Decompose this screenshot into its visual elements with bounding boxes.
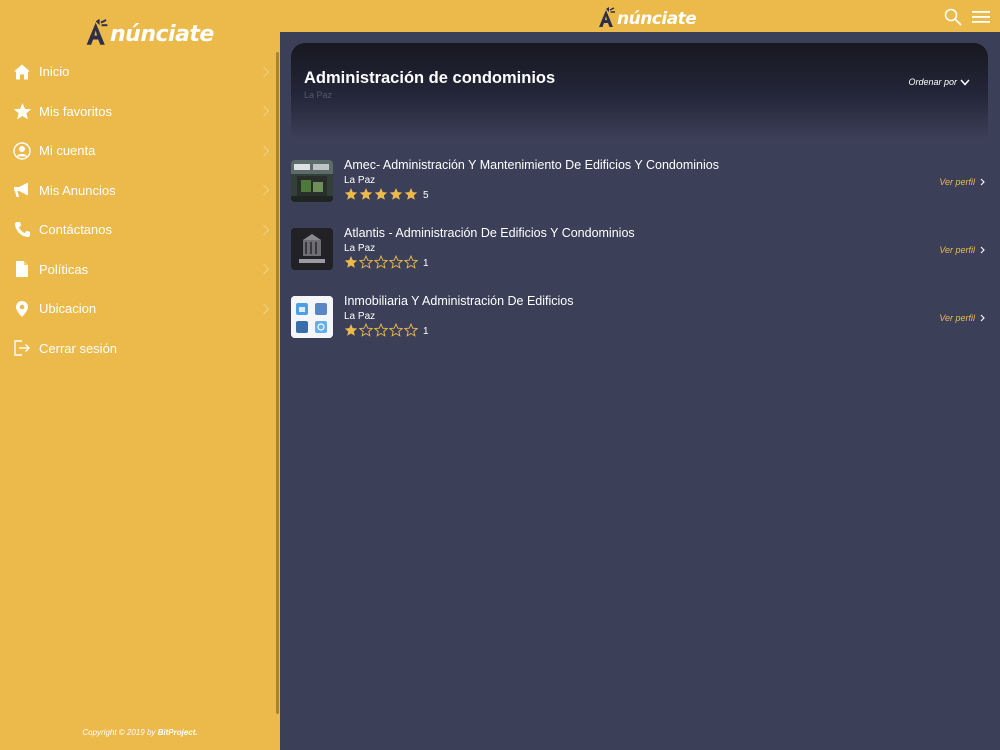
sidebar-nav: Inicio Mis favoritos Mi cuenta Mis Anunc… bbox=[0, 52, 274, 368]
page-title: Administración de condominios bbox=[304, 69, 556, 87]
star-filled-icon bbox=[344, 188, 358, 200]
sidebar-item-label: Inicio bbox=[39, 64, 70, 80]
rating-value: 5 bbox=[423, 190, 429, 201]
chevron-right-icon bbox=[980, 246, 985, 254]
view-profile-label: Ver perfil bbox=[939, 245, 975, 255]
rating-value: 1 bbox=[423, 326, 429, 337]
chevron-right-icon bbox=[263, 263, 270, 275]
view-profile-label: Ver perfil bbox=[939, 177, 975, 187]
user-icon bbox=[12, 141, 32, 161]
list-item[interactable]: Amec- Administración Y Mantenimiento De … bbox=[291, 153, 996, 221]
star-filled-icon bbox=[404, 188, 418, 200]
listing-list: Amec- Administración Y Mantenimiento De … bbox=[291, 153, 996, 357]
sidebar-item-inicio[interactable]: Inicio bbox=[0, 52, 274, 92]
sidebar-item-cerrar-sesion[interactable]: Cerrar sesión bbox=[0, 329, 274, 369]
sidebar: núnciate Inicio Mis favoritos Mi cuenta bbox=[0, 0, 280, 750]
listing-city: La Paz bbox=[344, 311, 376, 322]
chevron-right-icon bbox=[263, 66, 270, 78]
list-item[interactable]: Atlantis - Administración De Edificios Y… bbox=[291, 221, 996, 289]
rating-stars bbox=[344, 187, 418, 201]
sidebar-item-contactanos[interactable]: Contáctanos bbox=[0, 210, 274, 250]
listing-thumbnail[interactable] bbox=[291, 228, 333, 270]
view-profile-label: Ver perfil bbox=[939, 313, 975, 323]
chevron-right-icon bbox=[263, 303, 270, 315]
document-icon bbox=[12, 259, 32, 279]
megaphone-logo-icon bbox=[86, 18, 108, 45]
star-empty-icon bbox=[359, 255, 373, 269]
listing-city: La Paz bbox=[344, 175, 376, 186]
sidebar-item-label: Mis favoritos bbox=[39, 103, 112, 119]
category-header: Administración de condominios La Paz Ord… bbox=[291, 43, 988, 139]
listing-title[interactable]: Inmobiliaria Y Administración De Edifici… bbox=[344, 294, 574, 308]
chevron-right-icon bbox=[980, 178, 985, 186]
copyright: Copyright © 2019 by BitProject. bbox=[0, 728, 280, 737]
listing-city: La Paz bbox=[344, 243, 376, 254]
sidebar-item-label: Mi cuenta bbox=[39, 143, 96, 159]
list-item[interactable]: Inmobiliaria Y Administración De Edifici… bbox=[291, 289, 996, 357]
star-empty-icon bbox=[389, 323, 403, 337]
chevron-right-icon bbox=[263, 105, 270, 117]
listing-thumbnail[interactable] bbox=[291, 160, 333, 202]
chevron-right-icon bbox=[263, 145, 270, 157]
star-filled-icon bbox=[389, 188, 403, 200]
view-profile-link[interactable]: Ver perfil bbox=[939, 245, 985, 255]
megaphone-icon bbox=[12, 180, 32, 200]
star-empty-icon bbox=[374, 323, 388, 337]
home-icon bbox=[12, 62, 32, 82]
copyright-brand[interactable]: BitProject. bbox=[158, 728, 198, 737]
star-empty-icon bbox=[374, 255, 388, 269]
location-pin-icon bbox=[12, 299, 32, 319]
hamburger-menu-icon[interactable] bbox=[972, 10, 990, 24]
sidebar-item-ubicacion[interactable]: Ubicacion bbox=[0, 289, 274, 329]
listing-title[interactable]: Atlantis - Administración De Edificios Y… bbox=[344, 226, 635, 240]
listing-title[interactable]: Amec- Administración Y Mantenimiento De … bbox=[344, 158, 719, 172]
star-filled-icon bbox=[359, 188, 373, 200]
star-empty-icon bbox=[389, 255, 403, 269]
star-empty-icon bbox=[359, 323, 373, 337]
star-filled-icon bbox=[344, 256, 358, 268]
header-logo[interactable]: núnciate bbox=[597, 3, 697, 29]
sidebar-logo[interactable]: núnciate bbox=[84, 14, 214, 48]
rating-value: 1 bbox=[423, 258, 429, 269]
view-profile-link[interactable]: Ver perfil bbox=[939, 177, 985, 187]
listing-thumbnail[interactable] bbox=[291, 296, 333, 338]
copyright-text: Copyright © 2019 by bbox=[82, 728, 156, 737]
sidebar-item-politicas[interactable]: Políticas bbox=[0, 250, 274, 290]
star-empty-icon bbox=[404, 255, 418, 269]
search-icon[interactable] bbox=[944, 8, 962, 26]
sort-button[interactable]: Ordenar por bbox=[908, 77, 970, 87]
chevron-down-icon bbox=[960, 79, 970, 86]
sidebar-item-label: Políticas bbox=[39, 261, 89, 277]
megaphone-logo-icon bbox=[599, 7, 615, 27]
sidebar-item-mi-cuenta[interactable]: Mi cuenta bbox=[0, 131, 274, 171]
star-empty-icon bbox=[404, 323, 418, 337]
rating-stars bbox=[344, 255, 418, 269]
page-subtitle: La Paz bbox=[304, 90, 333, 100]
sort-label: Ordenar por bbox=[908, 77, 957, 87]
logo-text: núnciate bbox=[617, 9, 697, 29]
chevron-right-icon bbox=[980, 314, 985, 322]
sidebar-item-label: Mis Anuncios bbox=[39, 182, 116, 198]
rating-stars bbox=[344, 323, 418, 337]
sidebar-item-mis-anuncios[interactable]: Mis Anuncios bbox=[0, 171, 274, 211]
view-profile-link[interactable]: Ver perfil bbox=[939, 313, 985, 323]
sidebar-item-label: Ubicacion bbox=[39, 301, 97, 317]
sidebar-item-label: Cerrar sesión bbox=[39, 340, 118, 356]
sidebar-scrollbar[interactable] bbox=[276, 52, 279, 714]
star-icon bbox=[12, 101, 32, 121]
phone-icon bbox=[12, 220, 32, 240]
chevron-right-icon bbox=[263, 224, 270, 236]
sidebar-item-label: Contáctanos bbox=[39, 222, 112, 238]
chevron-right-icon bbox=[263, 184, 270, 196]
logout-icon bbox=[12, 338, 32, 358]
star-filled-icon bbox=[344, 324, 358, 336]
logo-text: núnciate bbox=[110, 22, 214, 47]
sidebar-item-mis-favoritos[interactable]: Mis favoritos bbox=[0, 92, 274, 132]
star-filled-icon bbox=[374, 188, 388, 200]
